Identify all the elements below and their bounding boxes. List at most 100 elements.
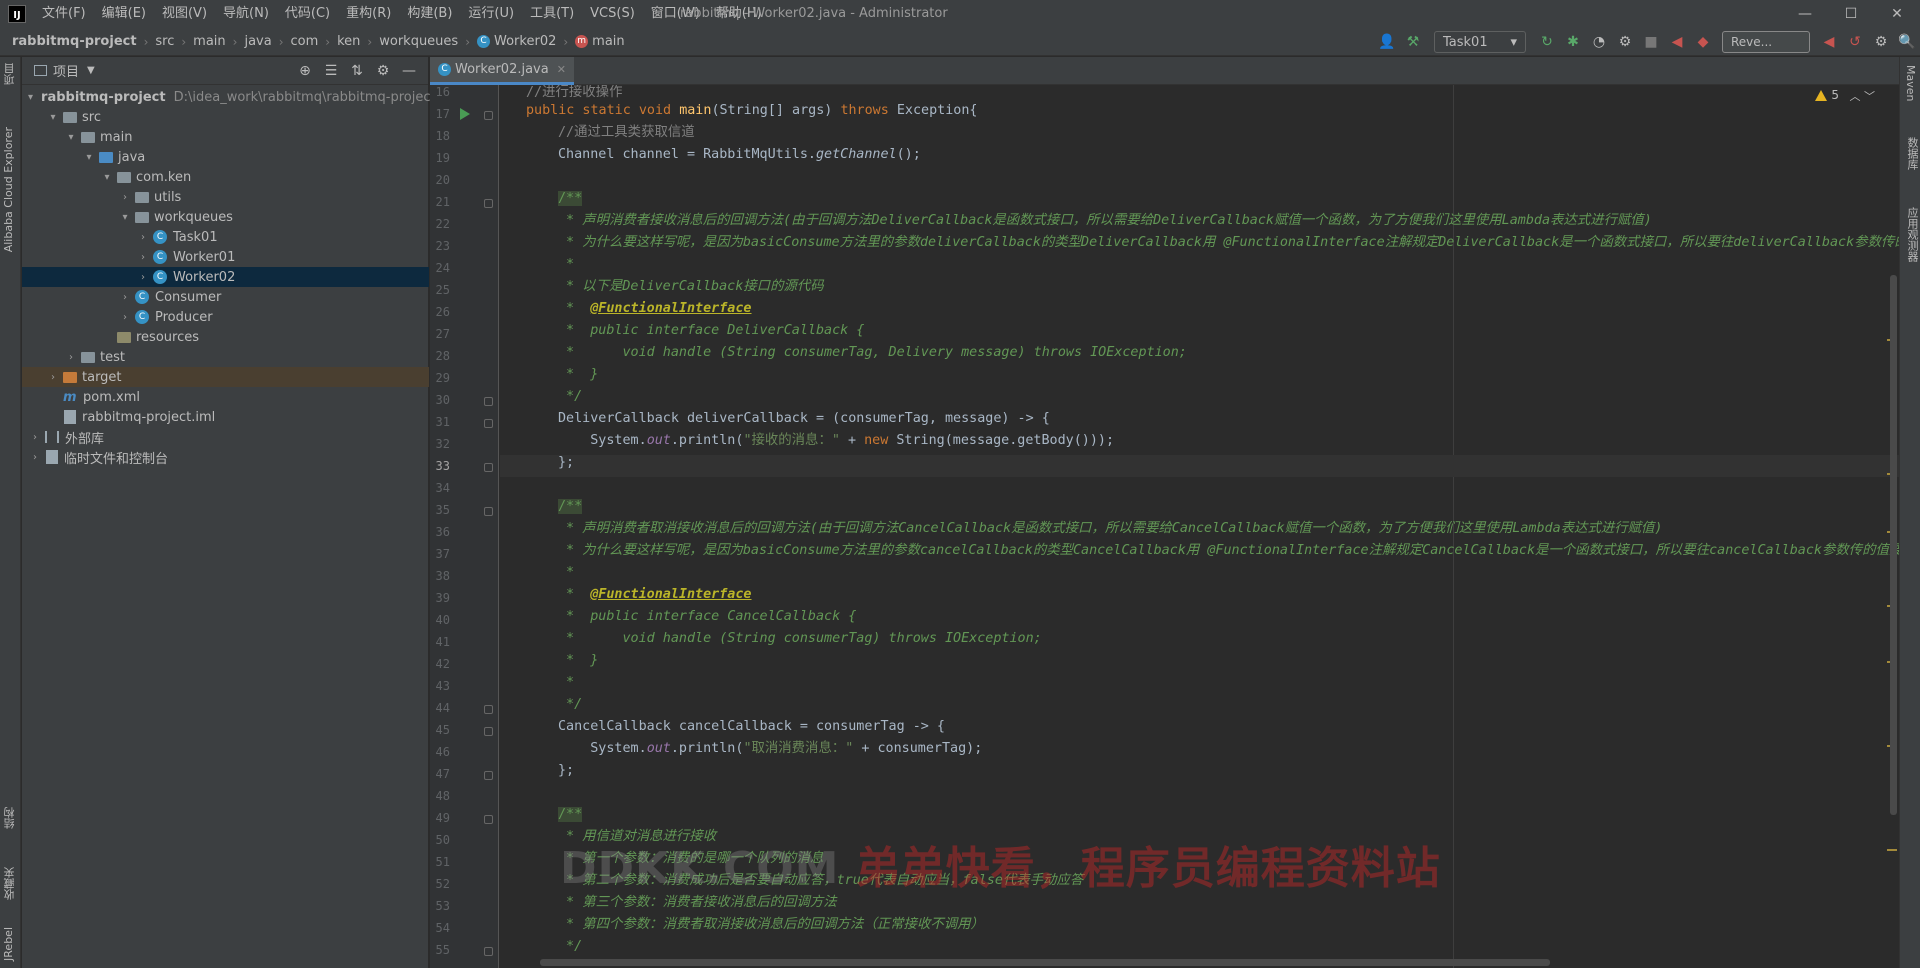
menu-run[interactable]: 运行(U): [460, 0, 522, 28]
tree-item-test[interactable]: › test: [22, 347, 429, 367]
run-gutter-icon[interactable]: [460, 108, 470, 120]
tool-window-maven[interactable]: Maven: [1904, 65, 1917, 101]
menu-code[interactable]: 代码(C): [277, 0, 338, 28]
menu-build[interactable]: 构建(B): [399, 0, 460, 28]
jrebel-run-icon[interactable]: ◀: [1664, 31, 1690, 53]
menu-edit[interactable]: 编辑(E): [94, 0, 154, 28]
menu-tools[interactable]: 工具(T): [522, 0, 582, 28]
fold-marker-icon[interactable]: [484, 771, 493, 780]
chevron-down-icon[interactable]: ▾: [46, 112, 60, 123]
fold-marker-icon[interactable]: [484, 947, 493, 956]
tool-window-alibaba-cloud[interactable]: Alibaba Cloud Explorer: [2, 127, 15, 252]
chevron-right-icon[interactable]: ›: [28, 432, 42, 443]
tree-item-pom-xml[interactable]: m pom.xml: [22, 387, 429, 407]
tree-item-scratches[interactable]: › 临时文件和控制台: [22, 447, 429, 467]
tool-window-jrebel[interactable]: JRebel: [2, 927, 15, 961]
tree-item-external-libraries[interactable]: › 外部库: [22, 427, 429, 447]
chevron-right-icon[interactable]: ›: [46, 372, 60, 383]
tool-window-app-observer[interactable]: 应用观测器: [1904, 207, 1920, 262]
tree-item-consumer[interactable]: › C Consumer: [22, 287, 429, 307]
tab-worker02-java[interactable]: C Worker02.java ✕: [430, 57, 574, 85]
chevron-right-icon[interactable]: ›: [118, 312, 132, 323]
breadcrumb-project[interactable]: rabbitmq-project: [12, 34, 137, 49]
chevron-down-icon[interactable]: ▾: [64, 132, 78, 143]
tool-window-database[interactable]: 数据库: [1904, 137, 1920, 170]
project-panel-title[interactable]: 项目: [53, 61, 79, 80]
breadcrumb-main-method[interactable]: main: [592, 34, 624, 49]
close-icon[interactable]: ✕: [557, 63, 566, 76]
tree-item-worker01[interactable]: › C Worker01: [22, 247, 429, 267]
breadcrumb-java[interactable]: java: [244, 34, 271, 49]
tool-window-favorites[interactable]: 收藏夹: [2, 867, 18, 900]
vertical-scrollbar[interactable]: [1890, 275, 1897, 815]
tree-item-worker02[interactable]: › C Worker02: [22, 267, 429, 287]
tree-item-utils[interactable]: › utils: [22, 187, 429, 207]
fold-marker-icon[interactable]: [484, 705, 493, 714]
breadcrumb-main[interactable]: main: [193, 34, 225, 49]
chevron-down-icon[interactable]: ▾: [100, 172, 114, 183]
build-hammer-icon[interactable]: ⚒: [1400, 31, 1426, 53]
menu-vcs[interactable]: VCS(S): [582, 0, 643, 28]
tree-item-iml[interactable]: rabbitmq-project.iml: [22, 407, 429, 427]
breadcrumb-worker02[interactable]: Worker02: [494, 34, 556, 49]
tree-item-com-ken[interactable]: ▾ com.ken: [22, 167, 429, 187]
tree-item-producer[interactable]: › C Producer: [22, 307, 429, 327]
fold-marker-icon[interactable]: [484, 111, 493, 120]
inspection-warnings[interactable]: 5: [1815, 88, 1839, 102]
fold-marker-icon[interactable]: [484, 727, 493, 736]
tree-item-target[interactable]: › target: [22, 367, 429, 387]
chevron-down-icon[interactable]: ▾: [28, 92, 33, 103]
fold-marker-icon[interactable]: [484, 815, 493, 824]
problem-navigation[interactable]: ︿ ﹀: [1850, 88, 1876, 104]
search-everywhere-input[interactable]: Reve...: [1722, 31, 1810, 53]
fold-marker-icon[interactable]: [484, 199, 493, 208]
breadcrumb-workqueues[interactable]: workqueues: [379, 34, 458, 49]
maximize-button[interactable]: ☐: [1828, 0, 1874, 28]
breadcrumb-ken[interactable]: ken: [337, 34, 360, 49]
menu-file[interactable]: 文件(F): [34, 0, 94, 28]
chevron-down-icon[interactable]: ▼: [87, 65, 95, 76]
fold-marker-icon[interactable]: [484, 397, 493, 406]
update-icon[interactable]: ↺: [1842, 31, 1868, 53]
menu-navigate[interactable]: 导航(N): [215, 0, 277, 28]
run-configuration-select[interactable]: Task01 ▾: [1434, 31, 1526, 53]
expand-all-icon[interactable]: ☰: [318, 63, 344, 79]
chevron-down-icon[interactable]: ▾: [118, 212, 132, 223]
tree-item-java[interactable]: ▾ java: [22, 147, 429, 167]
menu-view[interactable]: 视图(V): [154, 0, 215, 28]
minimize-button[interactable]: —: [1782, 0, 1828, 28]
chevron-right-icon[interactable]: ›: [64, 352, 78, 363]
tree-item-task01[interactable]: › C Task01: [22, 227, 429, 247]
tree-item-main[interactable]: ▾ main: [22, 127, 429, 147]
jrebel-debug-icon[interactable]: ◆: [1690, 31, 1716, 53]
chevron-right-icon[interactable]: ›: [136, 252, 150, 263]
chevron-right-icon[interactable]: ›: [136, 272, 150, 283]
gear-icon[interactable]: ⚙: [370, 63, 396, 79]
hide-panel-icon[interactable]: —: [396, 63, 422, 79]
tree-item-src[interactable]: ▾ src: [22, 107, 429, 127]
tool-window-structure[interactable]: 结构: [2, 807, 18, 829]
close-window-button[interactable]: ✕: [1874, 0, 1920, 28]
profiler-icon[interactable]: ⚙: [1612, 31, 1638, 53]
stop-icon[interactable]: ■: [1638, 31, 1664, 53]
horizontal-scrollbar[interactable]: [540, 959, 1550, 966]
chevron-up-icon[interactable]: ︿: [1850, 90, 1861, 103]
chevron-right-icon[interactable]: ›: [136, 232, 150, 243]
user-icon[interactable]: 👤: [1374, 31, 1400, 53]
chevron-down-icon[interactable]: ﹀: [1864, 90, 1875, 103]
fold-marker-icon[interactable]: [484, 507, 493, 516]
tree-item-rabbitmq-project[interactable]: ▾ rabbitmq-project D:\idea_work\rabbitmq…: [22, 87, 436, 107]
settings-icon[interactable]: ⚙: [1868, 31, 1894, 53]
fold-marker-icon[interactable]: [484, 419, 493, 428]
chevron-right-icon[interactable]: ›: [118, 292, 132, 303]
chevron-right-icon[interactable]: ›: [28, 452, 42, 463]
chevron-right-icon[interactable]: ›: [118, 192, 132, 203]
tree-item-workqueues[interactable]: ▾ workqueues: [22, 207, 429, 227]
collapse-all-icon[interactable]: ⇅: [344, 63, 370, 79]
breadcrumb-com[interactable]: com: [291, 34, 319, 49]
rerun-icon[interactable]: ↻: [1534, 31, 1560, 53]
search-icon[interactable]: 🔍: [1894, 31, 1920, 53]
fold-marker-icon[interactable]: [484, 463, 493, 472]
menu-refactor[interactable]: 重构(R): [338, 0, 399, 28]
back-icon[interactable]: ◀: [1816, 31, 1842, 53]
